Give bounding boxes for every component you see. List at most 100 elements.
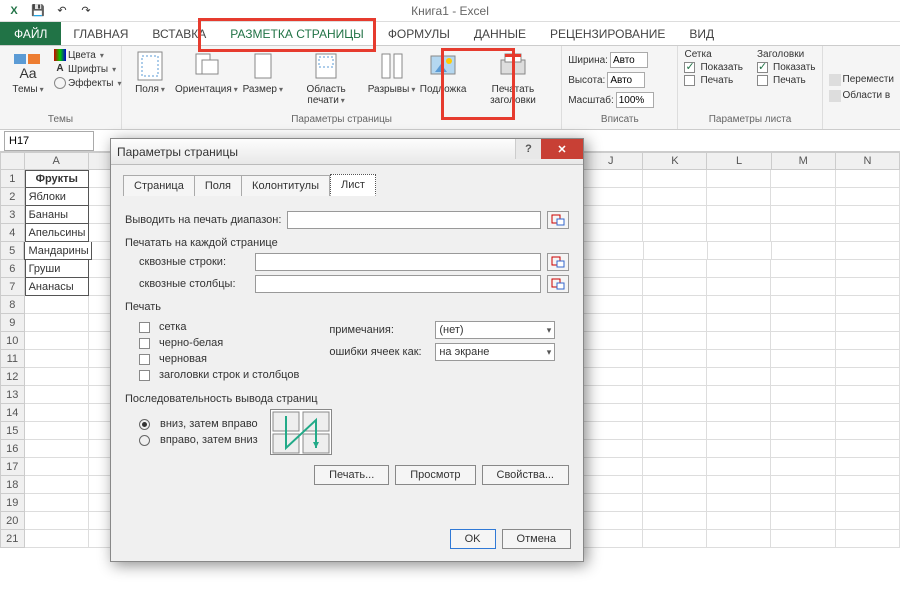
cell[interactable] <box>771 440 835 458</box>
cell[interactable] <box>771 350 835 368</box>
cell[interactable] <box>643 332 707 350</box>
tab-data[interactable]: ДАННЫЕ <box>462 22 538 45</box>
cell[interactable] <box>643 350 707 368</box>
cell[interactable] <box>643 440 707 458</box>
properties-button[interactable]: Свойства... <box>482 465 569 485</box>
ok-button[interactable]: OK <box>450 529 496 549</box>
cell[interactable] <box>836 530 900 548</box>
tab-file[interactable]: ФАЙЛ <box>0 22 61 45</box>
cell[interactable] <box>771 188 835 206</box>
width-input[interactable] <box>610 52 648 68</box>
cell[interactable] <box>25 458 89 476</box>
cell[interactable] <box>772 242 836 260</box>
cell[interactable] <box>643 422 707 440</box>
cell[interactable] <box>643 224 707 242</box>
cell[interactable] <box>578 206 642 224</box>
dialog-titlebar[interactable]: Параметры страницы ? ✕ <box>111 139 583 165</box>
cell[interactable] <box>707 224 771 242</box>
scale-input[interactable] <box>616 92 654 108</box>
row-header[interactable]: 4 <box>0 224 25 242</box>
cell[interactable] <box>707 314 771 332</box>
tab-view[interactable]: ВИД <box>677 22 726 45</box>
cell[interactable] <box>643 260 707 278</box>
chk-bw[interactable]: черно-белая <box>139 337 299 349</box>
row-header[interactable]: 16 <box>0 440 25 458</box>
cell[interactable] <box>771 458 835 476</box>
cell[interactable] <box>771 386 835 404</box>
themes-button[interactable]: Aa Темы <box>6 48 50 97</box>
dialog-tab-header[interactable]: Колонтитулы <box>242 175 330 196</box>
tab-insert[interactable]: ВСТАВКА <box>140 22 218 45</box>
cell[interactable]: Мандарины <box>24 242 92 260</box>
cell[interactable] <box>707 476 771 494</box>
cell[interactable] <box>25 296 89 314</box>
breaks-button[interactable]: Разрывы <box>367 48 415 97</box>
row-header[interactable]: 10 <box>0 332 25 350</box>
theme-fonts[interactable]: AШрифты <box>54 62 121 76</box>
radio-down-over[interactable]: вниз, затем вправо <box>139 418 258 430</box>
col-header[interactable]: J <box>579 152 643 170</box>
cell[interactable] <box>771 494 835 512</box>
cell[interactable] <box>771 530 835 548</box>
cell[interactable] <box>643 386 707 404</box>
dialog-close-button[interactable]: ✕ <box>541 139 583 159</box>
cell[interactable] <box>643 170 707 188</box>
cell[interactable] <box>578 458 642 476</box>
cell[interactable] <box>836 296 900 314</box>
cell[interactable] <box>771 404 835 422</box>
row-header[interactable]: 6 <box>0 260 25 278</box>
cell[interactable] <box>578 404 642 422</box>
cell[interactable] <box>771 476 835 494</box>
tab-page-layout[interactable]: РАЗМЕТКА СТРАНИЦЫ <box>218 22 376 45</box>
cell[interactable] <box>707 386 771 404</box>
cell[interactable] <box>836 224 900 242</box>
cell[interactable] <box>578 188 642 206</box>
cell[interactable] <box>771 332 835 350</box>
col-header[interactable]: L <box>707 152 771 170</box>
row-header[interactable]: 1 <box>0 170 25 188</box>
gridlines-show[interactable]: Показать <box>684 61 743 74</box>
print-button[interactable]: Печать... <box>314 465 389 485</box>
row-header[interactable]: 3 <box>0 206 25 224</box>
print-area-button[interactable]: Область печати <box>289 48 364 108</box>
cell[interactable]: Груши <box>25 260 89 278</box>
cell[interactable] <box>836 188 900 206</box>
cell[interactable] <box>707 512 771 530</box>
cell[interactable] <box>578 494 642 512</box>
print-titles-button[interactable]: Печатать заголовки <box>471 48 556 108</box>
orientation-button[interactable]: Ориентация <box>176 48 237 97</box>
save-icon[interactable]: 💾 <box>30 3 46 19</box>
cell[interactable] <box>707 296 771 314</box>
cell[interactable] <box>836 278 900 296</box>
dialog-tab-page[interactable]: Страница <box>123 175 195 196</box>
row-header[interactable]: 19 <box>0 494 25 512</box>
cell[interactable] <box>836 512 900 530</box>
cell[interactable] <box>707 206 771 224</box>
cell[interactable] <box>707 422 771 440</box>
cell[interactable] <box>771 224 835 242</box>
errors-select[interactable]: на экране <box>435 343 555 361</box>
cell[interactable] <box>25 422 89 440</box>
radio-over-down[interactable]: вправо, затем вниз <box>139 434 258 446</box>
cell[interactable] <box>771 314 835 332</box>
row-header[interactable]: 8 <box>0 296 25 314</box>
cell[interactable] <box>707 440 771 458</box>
cell[interactable] <box>578 296 642 314</box>
row-header[interactable]: 5 <box>0 242 24 260</box>
cell[interactable] <box>836 242 900 260</box>
cell[interactable] <box>25 476 89 494</box>
cell[interactable] <box>836 458 900 476</box>
cell[interactable] <box>708 242 772 260</box>
cell[interactable] <box>771 512 835 530</box>
cell[interactable] <box>578 224 642 242</box>
row-header[interactable]: 7 <box>0 278 25 296</box>
cell[interactable]: Яблоки <box>25 188 89 206</box>
selection-pane[interactable]: Области в <box>829 89 891 103</box>
cell[interactable] <box>578 314 642 332</box>
cell[interactable]: Фрукты <box>25 170 89 188</box>
cell[interactable] <box>643 458 707 476</box>
cell[interactable] <box>707 404 771 422</box>
cell[interactable] <box>643 188 707 206</box>
cell[interactable] <box>771 296 835 314</box>
row-header[interactable]: 9 <box>0 314 25 332</box>
